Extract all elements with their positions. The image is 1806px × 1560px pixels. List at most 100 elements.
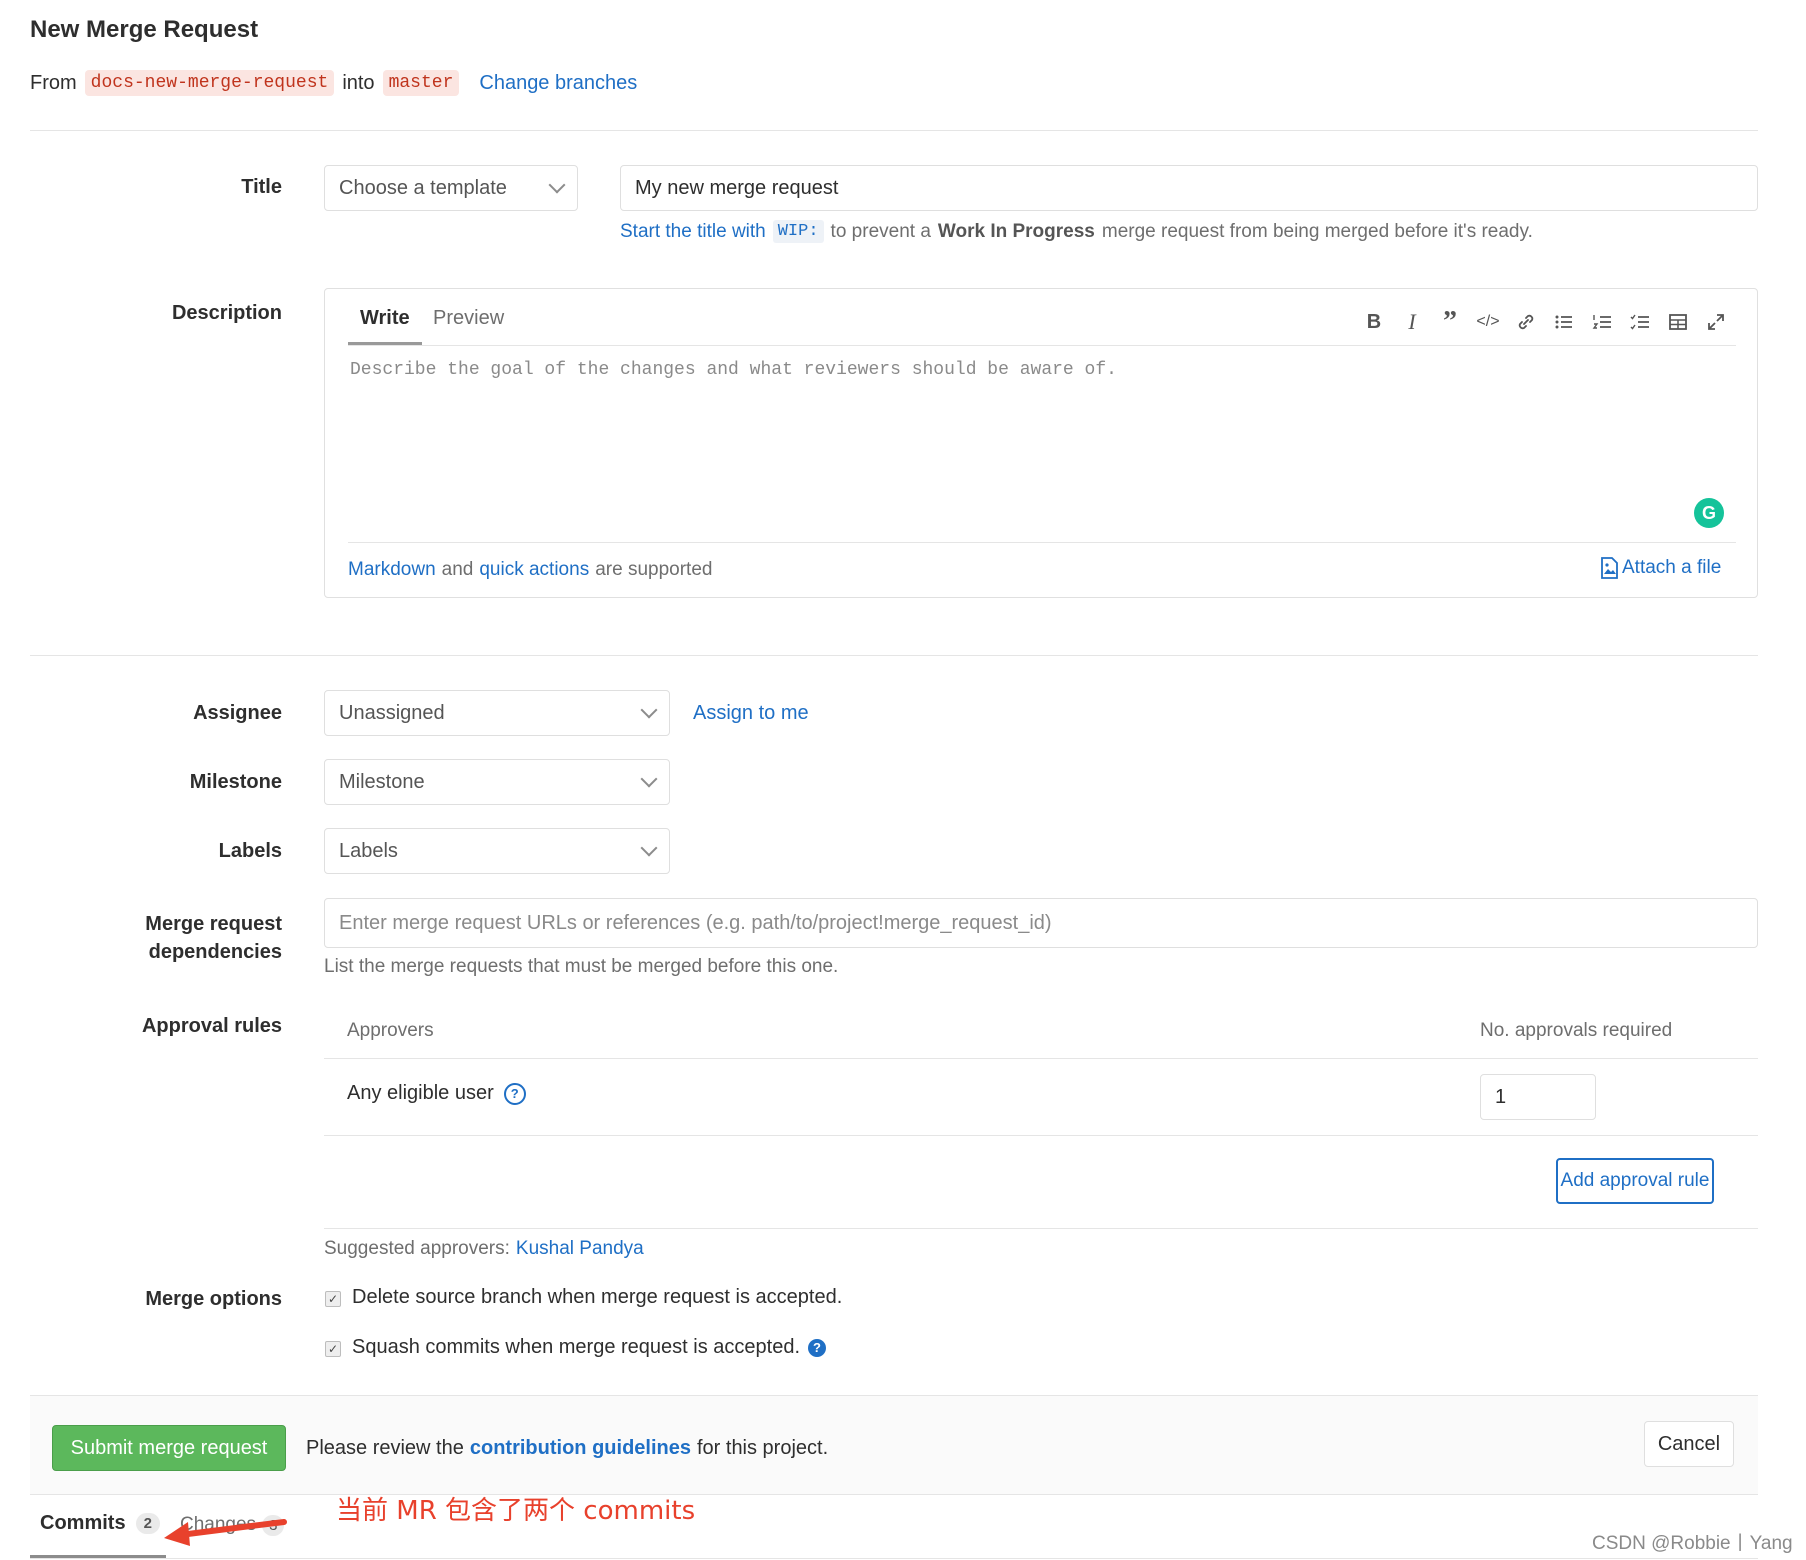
task-list-glyph — [1630, 314, 1649, 330]
divider — [30, 655, 1758, 656]
title-input[interactable] — [620, 165, 1758, 211]
quick-actions-link[interactable]: quick actions — [479, 559, 589, 581]
link-glyph — [1518, 314, 1534, 330]
approval-table-divider — [324, 1228, 1758, 1229]
task-list-icon[interactable] — [1624, 306, 1656, 338]
assign-to-me-link[interactable]: Assign to me — [693, 702, 809, 725]
approvals-required-input[interactable] — [1480, 1074, 1596, 1120]
table-glyph — [1669, 314, 1687, 330]
milestone-select[interactable]: Milestone — [324, 759, 670, 805]
template-select[interactable]: Choose a template — [324, 165, 578, 211]
annotation-arrow — [164, 1519, 287, 1546]
chevron-down-icon — [640, 701, 658, 719]
dependencies-help: List the merge requests that must be mer… — [324, 956, 839, 977]
milestone-select-value: Milestone — [339, 770, 425, 793]
assignee-select-value: Unassigned — [339, 701, 445, 724]
into-label: into — [342, 71, 375, 94]
merge-options-label: Merge options — [145, 1288, 282, 1310]
chevron-down-icon — [640, 770, 658, 788]
tab-commits[interactable]: Commits 2 — [40, 1512, 160, 1535]
add-approval-rule-button[interactable]: Add approval rule — [1556, 1158, 1714, 1204]
wip-hint-bold: Work In Progress — [937, 220, 1095, 242]
help-icon[interactable]: ? — [808, 1338, 826, 1357]
wip-hint: Start the title with WIP: to prevent a W… — [620, 220, 1533, 243]
approvals-required-column-header: No. approvals required — [1480, 1020, 1673, 1041]
dependencies-label-line2: dependencies — [148, 941, 282, 963]
suggested-approvers-label: Suggested approvers: — [324, 1238, 510, 1259]
wip-hint-text-2: merge request from being merged before i… — [1101, 220, 1533, 242]
chevron-down-icon — [640, 839, 658, 857]
labels-select-value: Labels — [339, 839, 398, 862]
approval-rule-name: Any eligible user — [347, 1082, 494, 1104]
commits-count-badge: 2 — [135, 1513, 160, 1534]
form-actions — [30, 1395, 1758, 1495]
tab-preview[interactable]: Preview — [433, 307, 504, 330]
attach-file-button[interactable]: Attach a file — [1600, 557, 1721, 579]
milestone-label: Milestone — [189, 771, 282, 793]
contribution-note-text-1: Please review the — [306, 1437, 464, 1459]
squash-label: Squash commits when merge request is acc… — [352, 1336, 800, 1358]
suggested-approver-link[interactable]: Kushal Pandya — [516, 1238, 644, 1260]
tab-commits-label: Commits — [40, 1512, 126, 1534]
submit-merge-request-button[interactable]: Submit merge request — [52, 1425, 286, 1471]
bullet-list-icon[interactable] — [1548, 306, 1580, 338]
markdown-supported: are supported — [595, 559, 713, 580]
approval-rules-label: Approval rules — [141, 1015, 282, 1037]
description-footer-divider — [348, 542, 1736, 543]
wip-code: WIP: — [772, 220, 824, 243]
approvers-column-header: Approvers — [347, 1020, 434, 1041]
bullet-list-glyph — [1555, 315, 1572, 329]
quote-icon[interactable]: ” — [1434, 306, 1466, 338]
cancel-button[interactable]: Cancel — [1644, 1421, 1734, 1467]
contribution-note-text-2: for this project. — [696, 1437, 829, 1459]
markdown-help: Markdown and quick actions are supported — [348, 559, 712, 581]
divider — [30, 130, 1758, 131]
assignee-select[interactable]: Unassigned — [324, 690, 670, 736]
image-file-icon — [1601, 557, 1618, 579]
numbered-list-glyph — [1592, 315, 1611, 329]
wip-hint-link[interactable]: Start the title with — [620, 221, 766, 243]
title-label: Title — [241, 176, 282, 198]
code-icon[interactable]: </> — [1472, 306, 1504, 338]
annotation-text: 当前 MR 包含了两个 commits — [336, 1496, 696, 1526]
source-branch: docs-new-merge-request — [84, 70, 335, 96]
from-label: From — [30, 71, 77, 94]
approval-table-divider — [324, 1135, 1758, 1136]
table-icon[interactable] — [1662, 306, 1694, 338]
tab-write[interactable]: Write — [360, 307, 410, 330]
suggested-approvers: Suggested approvers: Kushal Pandya — [324, 1238, 644, 1260]
page-title: New Merge Request — [30, 16, 259, 43]
chevron-down-icon — [548, 176, 566, 194]
branch-line: From docs-new-merge-request into master … — [30, 70, 637, 96]
dependencies-input[interactable] — [324, 898, 1758, 948]
squash-row: Squash commits when merge request is acc… — [352, 1336, 826, 1359]
contribution-note: Please review the contribution guideline… — [306, 1437, 828, 1460]
assignee-label: Assignee — [193, 702, 282, 724]
bold-icon[interactable]: B — [1358, 306, 1390, 338]
italic-icon[interactable]: I — [1396, 306, 1428, 338]
approval-rule-row: Any eligible user ? — [347, 1082, 526, 1105]
change-branches-link[interactable]: Change branches — [479, 72, 637, 95]
squash-checkbox[interactable]: ✓ — [325, 1341, 341, 1357]
numbered-list-icon[interactable] — [1586, 306, 1618, 338]
contribution-guidelines-link[interactable]: contribution guidelines — [470, 1437, 691, 1460]
watermark: CSDN @Robbie丨Yang — [1592, 1533, 1793, 1554]
dependencies-label-line1: Merge request — [145, 913, 282, 935]
wip-hint-text-1: to prevent a — [830, 220, 931, 242]
description-label: Description — [171, 302, 282, 324]
delete-source-checkbox[interactable]: ✓ — [325, 1291, 341, 1307]
dependencies-label: Merge request dependencies — [32, 910, 282, 966]
tabs-divider — [30, 1558, 1758, 1559]
delete-source-label: Delete source branch when merge request … — [352, 1286, 843, 1308]
help-icon[interactable]: ? — [503, 1082, 526, 1105]
link-icon[interactable] — [1510, 306, 1542, 338]
markdown-link[interactable]: Markdown — [348, 559, 436, 581]
fullscreen-icon[interactable] — [1700, 306, 1732, 338]
approval-table-divider — [324, 1058, 1758, 1059]
fullscreen-glyph — [1708, 314, 1724, 330]
attach-file-label: Attach a file — [1622, 557, 1722, 578]
labels-select[interactable]: Labels — [324, 828, 670, 874]
description-tab-divider — [348, 345, 1736, 346]
grammarly-icon[interactable]: G — [1694, 498, 1724, 528]
description-textarea[interactable] — [348, 358, 1732, 532]
